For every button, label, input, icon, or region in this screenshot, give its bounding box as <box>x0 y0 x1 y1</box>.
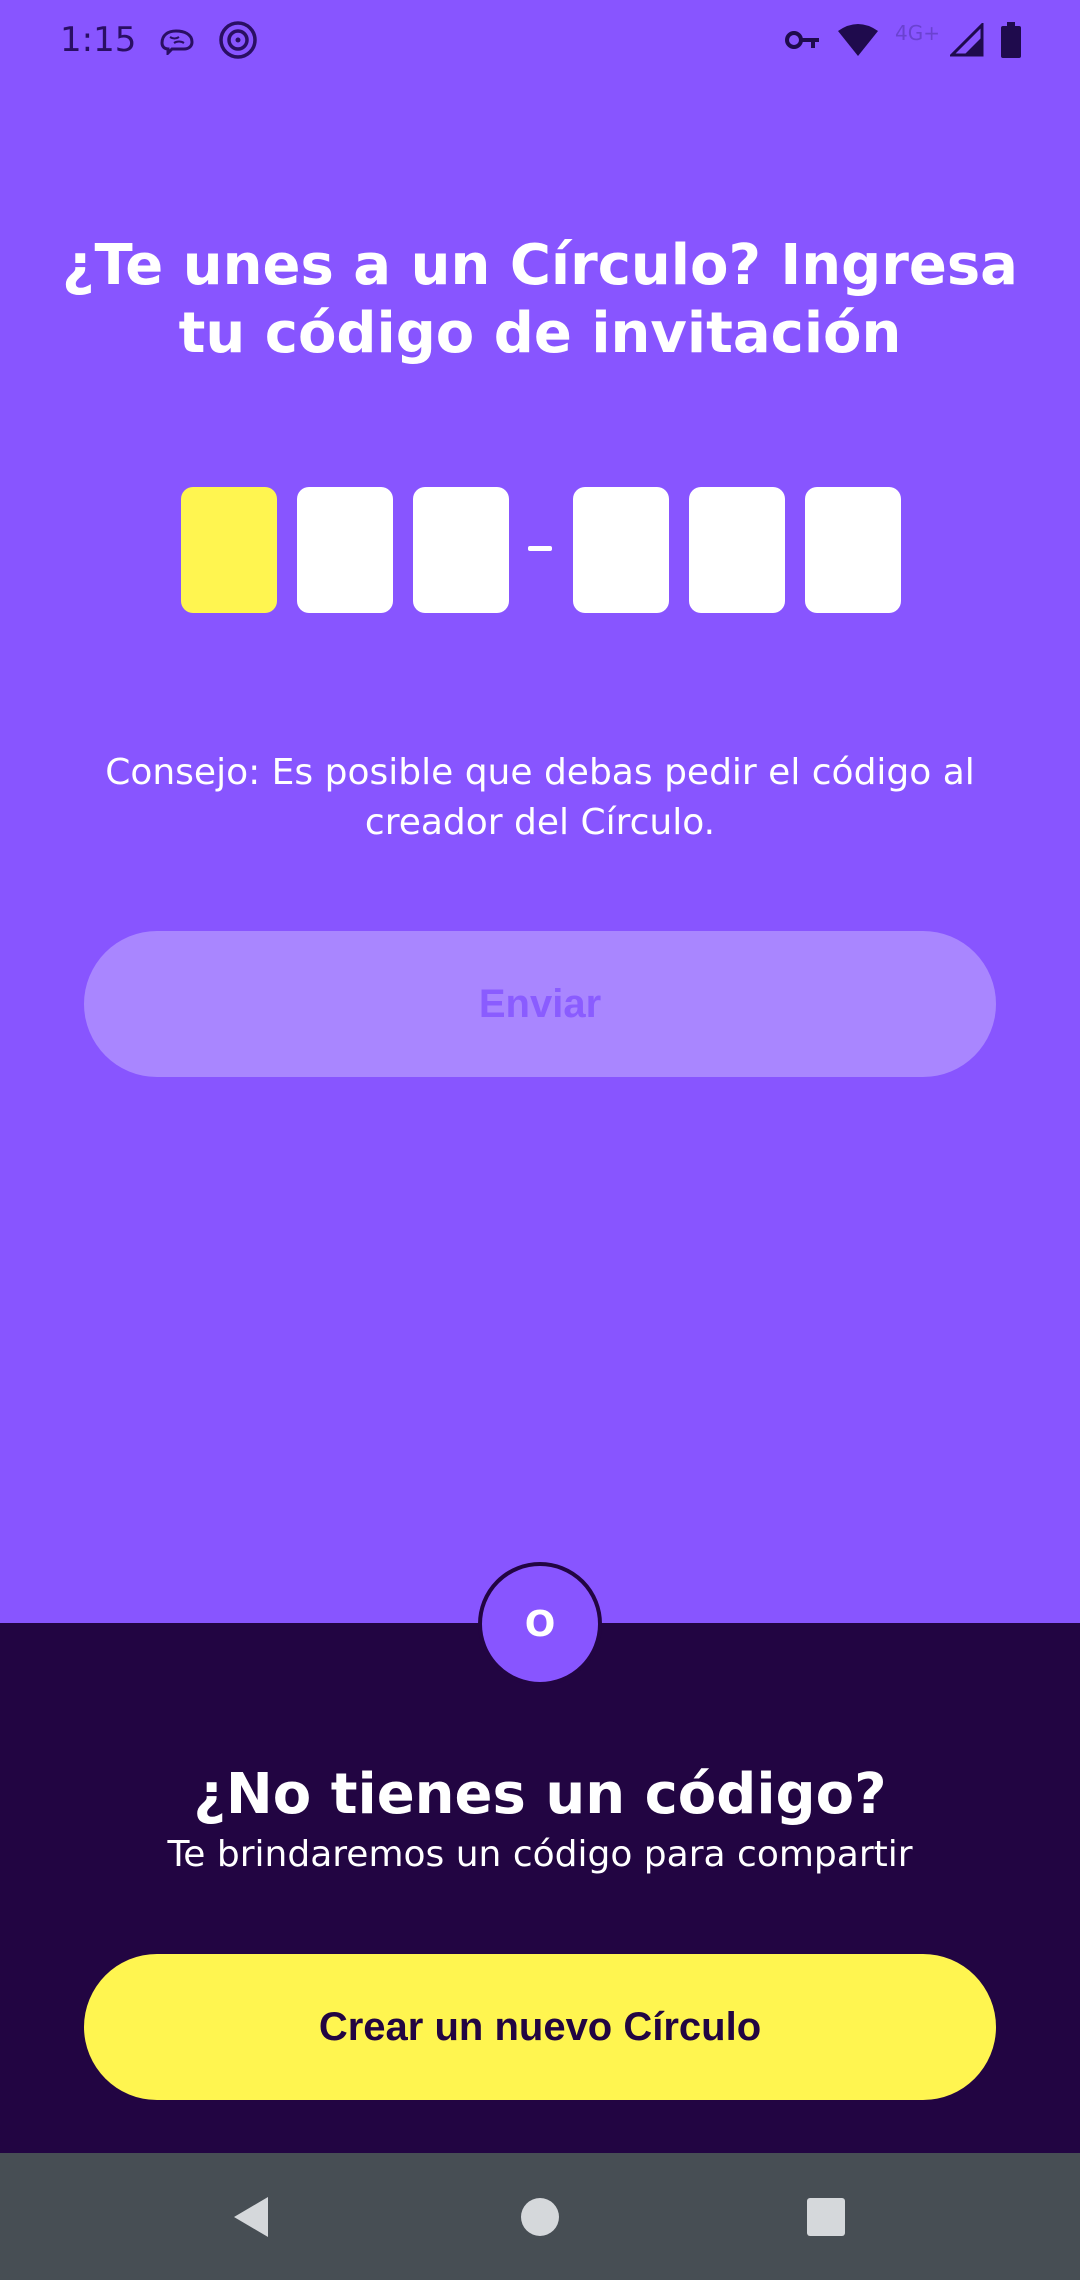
code-slot-3[interactable] <box>413 487 509 613</box>
code-separator <box>528 546 552 551</box>
invitation-code-input[interactable] <box>0 487 1080 613</box>
network-label: 4G+ <box>895 21 940 45</box>
create-circle-button[interactable]: Crear un nuevo Círculo <box>84 1954 996 2100</box>
no-code-subtitle: Te brindaremos un código para compartir <box>167 1834 913 1875</box>
code-slot-2[interactable] <box>297 487 393 613</box>
tip-text: Consejo: Es posible que debas pedir el c… <box>105 752 975 843</box>
brain-icon <box>158 25 196 55</box>
code-slot-4[interactable] <box>573 487 669 613</box>
recents-icon[interactable] <box>798 2189 854 2245</box>
wifi-icon <box>837 23 879 57</box>
code-slot-1[interactable] <box>181 487 277 613</box>
status-time: 1:15 <box>60 20 137 60</box>
battery-icon <box>1000 22 1022 58</box>
vpn-key-icon <box>785 29 821 51</box>
home-icon[interactable] <box>512 2189 568 2245</box>
page-title: ¿Te unes a un Círculo? Ingresa tu código… <box>62 233 1018 366</box>
target-icon <box>218 20 258 60</box>
send-button[interactable]: Enviar <box>84 931 996 1077</box>
status-right: 4G+ <box>785 21 1022 58</box>
or-divider: O <box>478 1562 602 1686</box>
signal-icon <box>950 23 984 57</box>
code-slot-5[interactable] <box>689 487 785 613</box>
code-slot-6[interactable] <box>805 487 901 613</box>
status-bar: 1:15 4G+ <box>0 0 1080 80</box>
no-code-title: ¿No tienes un código? <box>193 1762 887 1827</box>
status-left: 1:15 <box>60 20 258 60</box>
navigation-bar <box>0 2153 1080 2280</box>
back-icon[interactable] <box>222 2189 278 2245</box>
